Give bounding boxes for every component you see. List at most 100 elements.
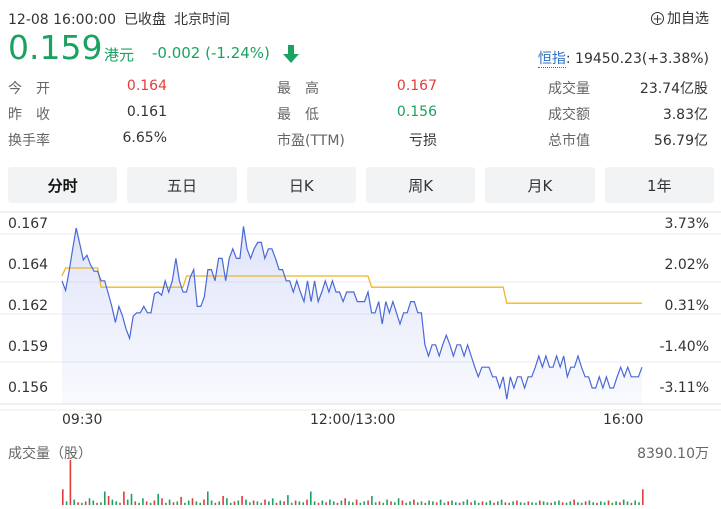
volume-bar xyxy=(382,502,385,506)
volume-bar xyxy=(443,502,446,506)
volume-bar xyxy=(386,499,388,505)
volume-bar xyxy=(367,500,369,505)
volume-bar xyxy=(111,499,114,505)
volume-bar xyxy=(508,502,510,506)
volume-bar xyxy=(439,499,442,505)
volume-bar xyxy=(317,502,320,506)
volume-bar xyxy=(275,502,278,506)
volume-bar xyxy=(458,502,461,506)
volume-bar xyxy=(153,500,156,505)
volume-bar xyxy=(359,502,362,506)
volume-bar xyxy=(138,502,140,506)
volume-bar xyxy=(371,496,373,505)
volume-bar xyxy=(416,502,419,505)
volume-bar xyxy=(489,500,491,505)
volume-bar xyxy=(313,501,316,505)
volume-bar xyxy=(321,500,324,505)
volume-bar xyxy=(455,502,457,505)
volume-bar xyxy=(542,501,545,505)
volume-bar xyxy=(294,500,297,505)
volume-bar xyxy=(550,502,552,506)
volume-bar xyxy=(100,502,102,505)
volume-bar xyxy=(497,501,499,505)
volume-bar xyxy=(245,499,247,505)
volume-bar xyxy=(447,501,449,505)
volume-bar xyxy=(622,499,625,505)
volume-bar xyxy=(344,498,346,506)
volume-bar xyxy=(397,498,400,506)
volume-bar xyxy=(191,498,194,506)
volume-bar xyxy=(172,502,175,505)
volume-bar xyxy=(435,502,438,505)
volume-bar xyxy=(130,493,133,506)
volume-bar xyxy=(519,502,522,505)
volume-bar xyxy=(500,499,503,505)
volume-bar xyxy=(77,502,79,505)
volume-bar xyxy=(577,502,579,505)
volume-bar xyxy=(470,502,472,505)
volume-bar xyxy=(157,493,159,506)
volume-bar xyxy=(428,500,430,505)
volume-bar xyxy=(462,501,465,505)
volume-bar xyxy=(516,500,518,505)
volume-bar xyxy=(279,500,282,505)
volume-bar xyxy=(477,502,480,506)
volume-bar xyxy=(203,499,205,505)
volume-bar xyxy=(264,499,266,505)
volume-bar xyxy=(302,502,304,505)
volume-bar xyxy=(424,502,427,506)
volume-bar xyxy=(348,501,350,505)
volume-bar xyxy=(96,502,98,506)
volume-bar xyxy=(638,502,640,505)
volume-bar xyxy=(283,501,285,505)
volume-bar xyxy=(207,491,209,505)
volume-bar xyxy=(310,491,312,505)
volume-bar xyxy=(592,502,594,505)
volume-bar xyxy=(561,502,564,505)
volume-bar xyxy=(504,502,507,505)
volume-bar xyxy=(298,501,301,505)
volume-bar xyxy=(588,500,591,505)
volume-bar xyxy=(527,501,530,505)
volume-bar xyxy=(432,501,434,505)
volume-bar xyxy=(306,499,308,505)
volume-bar xyxy=(256,501,259,505)
volume-bar xyxy=(218,501,220,505)
volume-bar xyxy=(401,500,404,505)
volume-bar xyxy=(104,491,106,505)
volume-bar xyxy=(481,501,484,505)
volume-bar xyxy=(73,499,75,505)
volume-bar xyxy=(619,502,621,505)
volume-bar xyxy=(340,500,343,505)
volume-bar xyxy=(329,499,331,505)
volume-bar xyxy=(287,495,289,505)
volume-bar xyxy=(214,502,217,506)
volume-bar xyxy=(485,502,488,505)
volume-bar xyxy=(233,501,236,505)
volume-bar xyxy=(241,496,243,505)
volume-bar xyxy=(271,498,274,506)
volume-bar xyxy=(325,502,327,505)
volume-bar xyxy=(390,501,392,505)
volume-bar xyxy=(378,501,381,505)
volume-bar xyxy=(126,499,129,505)
volume-bar xyxy=(642,489,644,505)
volume-bar xyxy=(199,502,201,506)
intraday-chart xyxy=(0,211,721,506)
volume-bar xyxy=(634,500,636,505)
volume-bar xyxy=(226,498,228,506)
volume-bar xyxy=(451,500,453,505)
volume-bar xyxy=(145,501,148,505)
volume-bar xyxy=(119,502,121,506)
volume-bar xyxy=(123,491,125,505)
volume-bar xyxy=(539,500,541,505)
volume-bar xyxy=(355,499,358,505)
volume-bar xyxy=(554,501,556,505)
volume-bar xyxy=(65,501,68,505)
volume-bar xyxy=(237,500,240,505)
volume-bar xyxy=(165,502,167,506)
price-area xyxy=(62,226,642,404)
volume-bar xyxy=(184,502,186,506)
volume-bar xyxy=(474,500,476,505)
volume-bar xyxy=(565,502,568,506)
